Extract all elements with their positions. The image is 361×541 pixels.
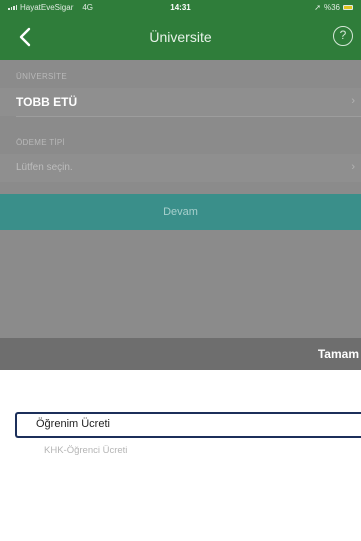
university-section-label: ÜNİVERSİTE — [16, 72, 68, 81]
status-left: HayatEveSigar 4G — [8, 3, 93, 12]
university-row[interactable]: TOBB ETÜ › — [0, 88, 361, 116]
university-value: TOBB ETÜ — [16, 95, 78, 109]
chevron-right-icon: › — [351, 161, 355, 173]
page-title: Üniversite — [149, 29, 212, 45]
location-icon: ➚ — [314, 2, 321, 12]
status-bar: HayatEveSigar 4G 14:31 ➚ %36 — [0, 0, 361, 14]
battery-icon — [343, 4, 353, 10]
divider — [16, 116, 361, 117]
form-content: ÜNİVERSİTE TOBB ETÜ › ÖDEME TİPİ Lütfen … — [0, 60, 361, 342]
carrier-name: HayatEveSigar — [20, 2, 74, 12]
payment-type-placeholder: Lütfen seçin. — [16, 162, 73, 173]
payment-type-section-label: ÖDEME TİPİ — [16, 138, 66, 147]
continue-button[interactable]: Devam — [0, 194, 361, 230]
chevron-right-icon: › — [351, 95, 355, 107]
picker-toolbar: Tamam — [0, 338, 361, 370]
picker-option[interactable]: KHK-Öğrenci Ücreti — [44, 445, 127, 456]
question-circle-icon: ? — [339, 28, 347, 42]
status-right: ➚ %36 — [314, 3, 353, 12]
done-button[interactable]: Tamam — [318, 347, 359, 361]
battery-percent: %36 — [323, 2, 340, 12]
network-type: 4G — [82, 2, 94, 12]
signal-icon — [8, 4, 17, 10]
nav-bar: Üniversite ? — [0, 14, 361, 60]
payment-type-picker[interactable]: Öğrenim Ücreti KHK-Öğrenci Ücreti — [0, 370, 361, 541]
payment-type-row[interactable]: Lütfen seçin. › — [0, 154, 361, 182]
status-time: 14:31 — [170, 3, 191, 12]
picker-option-selected[interactable]: Öğrenim Ücreti — [36, 418, 110, 430]
help-button[interactable]: ? — [333, 26, 353, 46]
